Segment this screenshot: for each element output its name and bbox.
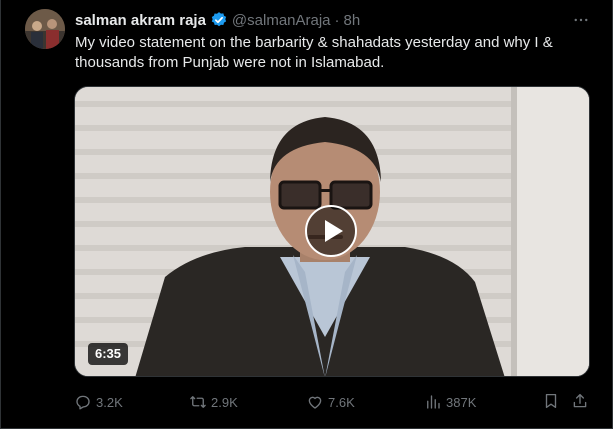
video-duration-badge: 6:35 <box>88 343 129 365</box>
avatar[interactable] <box>25 9 65 49</box>
action-bar: 3.2K 2.9K 7.6K 387K <box>1 388 613 416</box>
reply-icon <box>76 395 90 410</box>
display-name[interactable]: salman akram raja <box>75 12 206 29</box>
handle[interactable]: @salmanAraja <box>232 12 331 29</box>
like-count: 7.6K <box>328 394 355 410</box>
timestamp[interactable]: 8h <box>344 12 361 29</box>
bookmark-icon[interactable] <box>542 392 560 410</box>
play-icon[interactable] <box>305 205 357 257</box>
reply-button[interactable]: 3.2K <box>74 388 123 416</box>
repost-button[interactable]: 2.9K <box>189 388 238 416</box>
views-count: 387K <box>446 394 477 410</box>
more-options-icon[interactable] <box>571 10 591 30</box>
views-icon <box>427 395 440 409</box>
views-button[interactable]: 387K <box>424 388 476 416</box>
like-icon <box>308 396 322 409</box>
like-button[interactable]: 7.6K <box>306 388 355 416</box>
tweet[interactable]: salman akram raja @salmanAraja · 8h My v… <box>0 0 613 429</box>
tweet-header: salman akram raja @salmanAraja · 8h <box>75 10 360 30</box>
verified-badge-icon <box>210 11 228 29</box>
repost-icon <box>190 396 206 408</box>
tweet-text: My video statement on the barbarity & sh… <box>75 34 553 71</box>
repost-count: 2.9K <box>211 394 238 410</box>
share-icon[interactable] <box>571 392 589 410</box>
separator-dot: · <box>334 11 340 29</box>
reply-count: 3.2K <box>96 394 123 410</box>
